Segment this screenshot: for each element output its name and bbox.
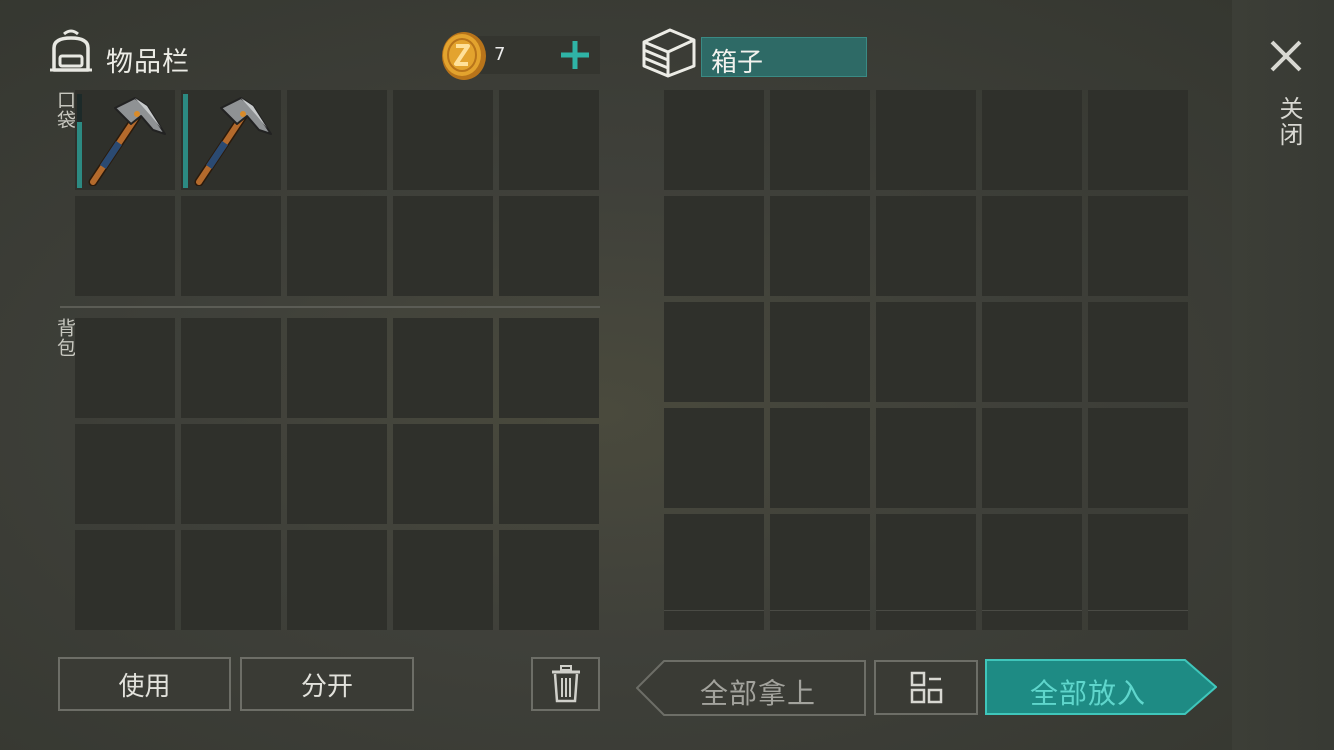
container-slot[interactable]	[770, 90, 870, 190]
container-grid	[664, 90, 1188, 614]
pocket-slot[interactable]	[287, 90, 387, 190]
pocket-slot[interactable]	[393, 90, 493, 190]
backpack-slot[interactable]	[75, 530, 175, 630]
inventory-title: 物品栏	[106, 47, 190, 78]
container-slot[interactable]	[664, 610, 764, 630]
container-slot[interactable]	[770, 514, 870, 614]
backpack-slot[interactable]	[287, 530, 387, 630]
pocket-slot[interactable]	[75, 196, 175, 296]
container-slot[interactable]	[1088, 514, 1188, 614]
container-slot[interactable]	[664, 514, 764, 614]
sort-icon	[910, 671, 943, 703]
container-slot[interactable]	[664, 408, 764, 508]
pickaxe-icon	[88, 97, 166, 186]
container-slot[interactable]	[876, 610, 976, 630]
container-slot[interactable]	[770, 196, 870, 296]
coin-icon	[442, 32, 486, 80]
container-slot[interactable]	[982, 610, 1082, 630]
container-slot[interactable]	[876, 514, 976, 614]
section-divider	[60, 306, 600, 308]
container-slot[interactable]	[876, 408, 976, 508]
coin-count: 7	[494, 44, 506, 65]
pocket-slot[interactable]	[287, 196, 387, 296]
container-slot[interactable]	[982, 90, 1082, 190]
backpack-slot[interactable]	[75, 318, 175, 418]
container-slot[interactable]	[770, 408, 870, 508]
backpack-slot[interactable]	[499, 530, 599, 630]
container-slot[interactable]	[982, 408, 1082, 508]
backpack-slot[interactable]	[393, 530, 493, 630]
trash-button[interactable]	[531, 657, 600, 711]
container-slot[interactable]	[664, 196, 764, 296]
close-icon[interactable]	[1268, 38, 1304, 74]
pocket-slot[interactable]	[181, 90, 281, 190]
container-title: 箱子	[711, 48, 764, 78]
put-all-label: 全部放入	[1030, 677, 1147, 710]
backpack-slot[interactable]	[181, 530, 281, 630]
container-slot[interactable]	[982, 196, 1082, 296]
use-button[interactable]: 使用	[58, 657, 231, 711]
container-slot[interactable]	[1088, 408, 1188, 508]
container-slot[interactable]	[876, 90, 976, 190]
backpack-slot[interactable]	[393, 318, 493, 418]
pocket-slot[interactable]	[499, 196, 599, 296]
pocket-slot[interactable]	[499, 90, 599, 190]
container-slot[interactable]	[770, 302, 870, 402]
backpack-slot[interactable]	[75, 424, 175, 524]
backpack-icon	[50, 29, 92, 72]
pocket-grid	[75, 90, 599, 296]
container-slot[interactable]	[770, 610, 870, 630]
pocket-slot[interactable]	[75, 90, 175, 190]
pocket-slot[interactable]	[393, 196, 493, 296]
backpack-slot[interactable]	[287, 318, 387, 418]
backpack-slot[interactable]	[393, 424, 493, 524]
container-slot[interactable]	[1088, 302, 1188, 402]
container-slot[interactable]	[876, 302, 976, 402]
backpack-slot[interactable]	[181, 318, 281, 418]
container-slot[interactable]	[876, 196, 976, 296]
container-grid-overflow-row	[664, 610, 1188, 630]
pickaxe-icon	[194, 97, 272, 186]
split-button[interactable]: 分开	[240, 657, 414, 711]
backpack-slot[interactable]	[181, 424, 281, 524]
container-slot[interactable]	[982, 514, 1082, 614]
backpack-slot[interactable]	[499, 318, 599, 418]
container-slot[interactable]	[1088, 196, 1188, 296]
box-stack-icon	[642, 28, 696, 78]
backpack-slot[interactable]	[287, 424, 387, 524]
container-slot[interactable]	[664, 302, 764, 402]
container-slot[interactable]	[982, 302, 1082, 402]
trash-icon	[551, 665, 580, 703]
plus-icon[interactable]	[556, 36, 594, 74]
container-slot[interactable]	[1088, 610, 1188, 630]
container-slot[interactable]	[1088, 90, 1188, 190]
take-all-label: 全部拿上	[700, 677, 817, 710]
backpack-slot[interactable]	[499, 424, 599, 524]
pocket-slot[interactable]	[181, 196, 281, 296]
backpack-grid	[75, 318, 599, 630]
container-slot[interactable]	[664, 90, 764, 190]
close-label: 关闭	[1275, 96, 1303, 148]
sort-button[interactable]	[874, 660, 978, 715]
